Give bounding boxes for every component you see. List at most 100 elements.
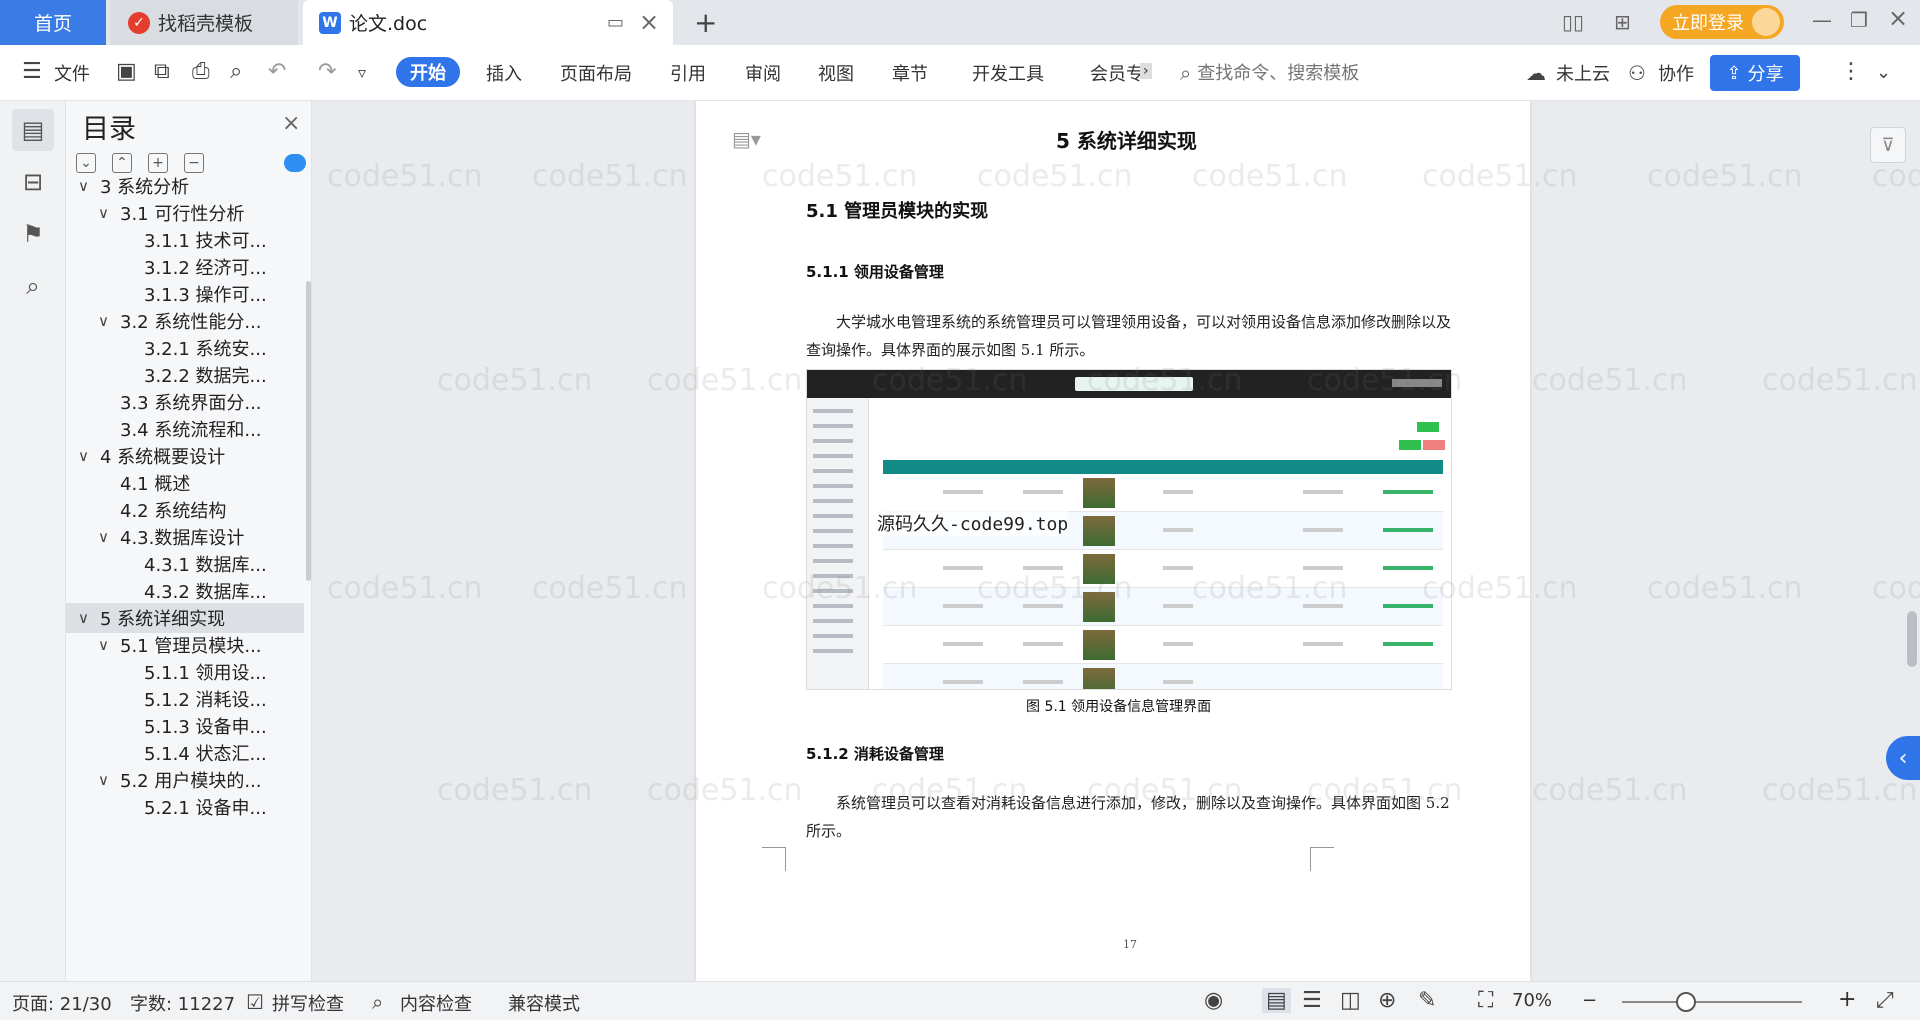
add-heading-icon[interactable]: + — [148, 153, 168, 173]
chevron-down-icon[interactable]: ∨ — [98, 636, 120, 654]
chevron-down-icon[interactable]: ∨ — [98, 528, 120, 546]
toc-scrollbar[interactable] — [306, 281, 311, 581]
file-menu[interactable]: 文件 — [54, 60, 90, 86]
page-menu-icon[interactable]: ▤▾ — [732, 127, 761, 151]
export-icon[interactable]: ⧉ — [154, 59, 170, 84]
toc-item[interactable]: 5.1.1 领用设... — [66, 657, 304, 687]
quick-access-dropdown-icon[interactable]: ▿ — [358, 63, 366, 82]
toc-item[interactable]: 5.1.2 消耗设... — [66, 684, 304, 714]
tab-start[interactable]: 开始 — [396, 57, 460, 87]
document-page[interactable]: ▤▾ 5 系统详细实现 5.1 管理员模块的实现 5.1.1 领用设备管理 大学… — [696, 101, 1530, 981]
toc-item[interactable]: 3.1.2 经济可... — [66, 252, 304, 282]
print-preview-icon[interactable]: ⌕ — [230, 59, 242, 84]
apps-grid-icon[interactable]: ⊞ — [1614, 10, 1631, 34]
tab-insert[interactable]: 插入 — [486, 60, 522, 86]
tab-review[interactable]: 审阅 — [745, 60, 781, 86]
new-tab-icon[interactable]: + — [694, 6, 717, 39]
tab-view[interactable]: 视图 — [818, 60, 854, 86]
content-check-button[interactable]: 内容检查 — [400, 990, 472, 1016]
toc-close-icon[interactable]: × — [282, 111, 300, 136]
chevron-down-icon[interactable]: ∨ — [98, 204, 120, 222]
toc-icon[interactable]: ▤ — [12, 109, 54, 151]
tab-template[interactable]: ✓ 找稻壳模板 — [110, 0, 298, 45]
monitor-icon[interactable]: ▭ — [607, 12, 624, 33]
fullscreen-icon[interactable]: ⤢ — [1876, 988, 1894, 1013]
tab-home[interactable]: 首页 — [0, 0, 106, 45]
login-button[interactable]: 立即登录 — [1660, 5, 1784, 39]
outline-view-icon[interactable]: ☰ — [1302, 988, 1322, 1013]
collapse-all-icon[interactable]: ⌄ — [76, 153, 96, 173]
window-close-icon[interactable]: × — [1888, 4, 1908, 32]
toc-item[interactable]: ∨ 5 系统详细实现 — [66, 603, 304, 633]
ai-assistant-icon[interactable] — [284, 154, 306, 172]
zoom-slider-handle[interactable] — [1676, 992, 1696, 1012]
cloud-status[interactable]: 未上云 — [1556, 60, 1610, 86]
undo-icon[interactable]: ↶ — [268, 59, 286, 84]
toc-item[interactable]: ∨ 4 系统概要设计 — [66, 441, 304, 471]
tab-page-layout[interactable]: 页面布局 — [560, 60, 632, 86]
chevron-down-icon[interactable]: ∨ — [78, 447, 100, 465]
navigation-icon[interactable]: ⊟ — [12, 161, 54, 203]
toc-item[interactable]: 4.1 概述 — [66, 468, 304, 498]
zoom-in-icon[interactable]: + — [1838, 987, 1856, 1012]
toc-item[interactable]: 4.2 系统结构 — [66, 495, 304, 525]
toc-item[interactable]: 3.1.3 操作可... — [66, 279, 304, 309]
write-view-icon[interactable]: ✎ — [1418, 988, 1436, 1013]
bookmark-icon[interactable]: ⚑ — [12, 213, 54, 255]
tab-chapter[interactable]: 章节 — [892, 60, 928, 86]
tab-developer[interactable]: 开发工具 — [972, 60, 1044, 86]
close-tab-icon[interactable]: × — [639, 8, 659, 36]
collab-button[interactable]: 协作 — [1658, 60, 1694, 86]
search-icon[interactable]: ⌕ — [12, 265, 54, 307]
toc-item[interactable]: ∨ 5.2 用户模块的... — [66, 765, 304, 795]
page-view-icon[interactable]: ▤ — [1262, 988, 1291, 1013]
zoom-level[interactable]: 70% — [1512, 990, 1552, 1011]
toc-item[interactable]: 4.3.1 数据库... — [66, 549, 304, 579]
more-tabs-icon[interactable]: › — [1140, 63, 1152, 79]
scrollbar-thumb[interactable] — [1907, 611, 1917, 667]
toc-item[interactable]: 5.2.1 设备申... — [66, 792, 304, 822]
more-options-icon[interactable]: ⋮ — [1840, 59, 1862, 84]
tab-member[interactable]: 会员专 — [1090, 60, 1144, 86]
save-icon[interactable]: ▣ — [116, 59, 137, 84]
page-indicator[interactable]: 页面: 21/30 — [12, 990, 112, 1016]
collapse-ribbon-icon[interactable]: ⌄ — [1876, 62, 1891, 83]
spell-check-button[interactable]: 拼写检查 — [272, 990, 344, 1016]
layout-icon[interactable]: ▯▯ — [1562, 10, 1584, 34]
share-button[interactable]: ⇪ 分享 — [1710, 55, 1800, 91]
toc-item[interactable]: 3.3 系统界面分... — [66, 387, 304, 417]
web-view-icon[interactable]: ⊕ — [1378, 988, 1396, 1013]
chevron-down-icon[interactable]: ∨ — [98, 771, 120, 789]
toc-item[interactable]: ∨ 5.1 管理员模块... — [66, 630, 304, 660]
command-search[interactable]: ⌕ — [1180, 58, 1510, 88]
toc-item[interactable]: 3.4 系统流程和... — [66, 414, 304, 444]
toc-item[interactable]: 5.1.4 状态汇... — [66, 738, 304, 768]
doc-tools-icon[interactable]: ⊽ — [1870, 127, 1906, 163]
restore-icon[interactable]: ❐ — [1850, 8, 1868, 32]
toc-item[interactable]: 3.1.1 技术可... — [66, 225, 304, 255]
toc-item[interactable]: 4.3.2 数据库... — [66, 576, 304, 606]
toc-item[interactable]: ∨ 4.3.数据库设计 — [66, 522, 304, 552]
toc-item[interactable]: 3.2.2 数据完... — [66, 360, 304, 390]
menu-icon[interactable]: ☰ — [22, 59, 42, 84]
zoom-slider[interactable] — [1622, 1001, 1802, 1003]
eye-protection-icon[interactable]: ◉ — [1204, 988, 1223, 1013]
vertical-scrollbar[interactable] — [1904, 106, 1920, 976]
reading-view-icon[interactable]: ◫ — [1340, 988, 1361, 1013]
redo-icon[interactable]: ↷ — [318, 59, 336, 84]
chevron-down-icon[interactable]: ∨ — [98, 312, 120, 330]
word-count[interactable]: 字数: 11227 — [130, 990, 235, 1016]
chevron-down-icon[interactable]: ∨ — [78, 609, 100, 627]
fit-page-icon[interactable]: ⛶ — [1478, 988, 1493, 1013]
print-icon[interactable]: ⎙ — [192, 59, 210, 84]
remove-heading-icon[interactable]: − — [184, 153, 204, 173]
tab-document[interactable]: W 论文.doc ▭ × — [303, 0, 673, 45]
toc-item[interactable]: 5.1.3 设备申... — [66, 711, 304, 741]
chevron-down-icon[interactable]: ∨ — [78, 177, 100, 195]
zoom-out-icon[interactable]: − — [1582, 990, 1597, 1011]
expand-up-icon[interactable]: ⌃ — [112, 153, 132, 173]
toc-item[interactable]: 3.2.1 系统安... — [66, 333, 304, 363]
command-search-input[interactable] — [1195, 61, 1496, 85]
toc-item[interactable]: ∨ 3.1 可行性分析 — [66, 198, 304, 228]
tab-references[interactable]: 引用 — [670, 60, 706, 86]
